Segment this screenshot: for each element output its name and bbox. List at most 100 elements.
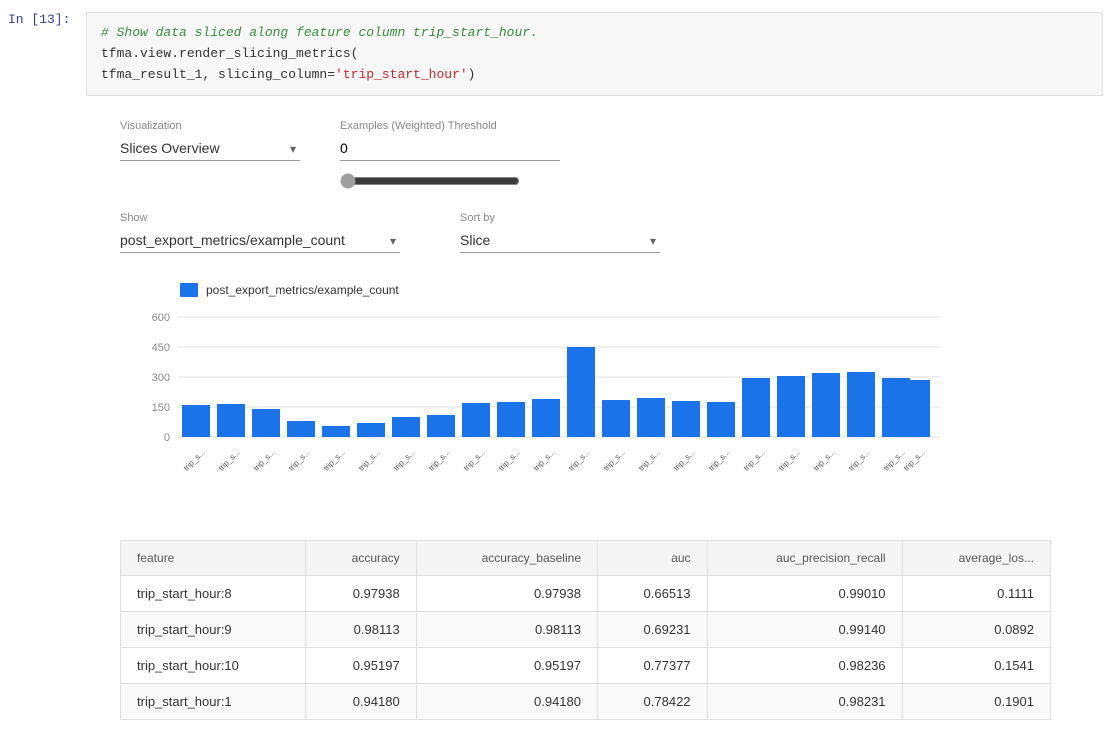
svg-text:300: 300: [152, 372, 170, 384]
cell-metric: 0.99010: [707, 576, 902, 612]
table-body: trip_start_hour:80.979380.979380.665130.…: [121, 576, 1051, 720]
svg-text:trip_s...: trip_s...: [742, 448, 767, 473]
svg-text:trip_s...: trip_s...: [497, 448, 522, 473]
show-label: Show: [120, 212, 400, 224]
cell-label: In [13]:: [8, 12, 78, 27]
visualization-select-wrapper: Slices Overview Metrics Histogram ▾: [120, 136, 300, 161]
visualization-select[interactable]: Slices Overview Metrics Histogram: [120, 136, 300, 161]
svg-text:trip_s...: trip_s...: [462, 448, 487, 473]
bar-chart-svg: 600 450 300 150 0 trip_s... trip_s...: [140, 307, 960, 507]
svg-text:trip_s...: trip_s...: [707, 448, 732, 473]
code-close: ): [468, 67, 476, 82]
svg-text:trip_s...: trip_s...: [902, 448, 927, 473]
cell-metric: 0.77377: [598, 648, 708, 684]
svg-text:trip_s...: trip_s...: [322, 448, 347, 473]
col-auc: auc: [598, 541, 708, 576]
cell-metric: 0.95197: [305, 648, 416, 684]
cell-metric: 0.98236: [707, 648, 902, 684]
cell-metric: 0.98113: [305, 612, 416, 648]
cell-metric: 0.97938: [416, 576, 597, 612]
sort-group: Sort by Slice Value ▾: [460, 212, 660, 253]
cell-metric: 0.1901: [902, 684, 1050, 720]
svg-text:trip_s...: trip_s...: [637, 448, 662, 473]
code-line-func: tfma.view.render_slicing_metrics(: [101, 44, 1088, 65]
svg-text:trip_s...: trip_s...: [427, 448, 452, 473]
cell-metric: 0.78422: [598, 684, 708, 720]
svg-text:trip_s...: trip_s...: [672, 448, 697, 473]
metrics-table: feature accuracy accuracy_baseline auc a…: [120, 540, 1051, 720]
cell-metric: 0.94180: [305, 684, 416, 720]
sort-select[interactable]: Slice Value: [460, 228, 660, 253]
code-line-args: tfma_result_1, slicing_column='trip_star…: [101, 65, 1088, 86]
cell-metric: 0.66513: [598, 576, 708, 612]
col-average-loss: average_los...: [902, 541, 1050, 576]
chart-svg: 600 450 300 150 0 trip_s... trip_s...: [140, 307, 1051, 510]
slider-container: [340, 173, 560, 192]
code-line-comment: # Show data sliced along feature column …: [101, 23, 1088, 44]
table-row: trip_start_hour:10.941800.941800.784220.…: [121, 684, 1051, 720]
threshold-input[interactable]: [340, 136, 560, 161]
code-comment: # Show data sliced along feature column …: [101, 25, 538, 40]
svg-text:450: 450: [152, 342, 170, 354]
show-select[interactable]: post_export_metrics/example_count accura…: [120, 228, 400, 253]
svg-text:trip_s...: trip_s...: [602, 448, 627, 473]
sort-label: Sort by: [460, 212, 660, 224]
col-feature: feature: [121, 541, 306, 576]
table-row: trip_start_hour:100.951970.951970.773770…: [121, 648, 1051, 684]
svg-text:trip_s...: trip_s...: [287, 448, 312, 473]
svg-text:trip_s...: trip_s...: [777, 448, 802, 473]
cell-metric: 0.1541: [902, 648, 1050, 684]
controls-row-2: Show post_export_metrics/example_count a…: [120, 212, 1051, 253]
svg-text:trip_s...: trip_s...: [567, 448, 592, 473]
table-row: trip_start_hour:90.981130.981130.692310.…: [121, 612, 1051, 648]
notebook-cell: In [13]: # Show data sliced along featur…: [0, 0, 1111, 748]
svg-text:600: 600: [152, 312, 170, 324]
table-row: trip_start_hour:80.979380.979380.665130.…: [121, 576, 1051, 612]
svg-text:trip_s...: trip_s...: [847, 448, 872, 473]
controls-row-1: Visualization Slices Overview Metrics Hi…: [120, 120, 1051, 192]
cell-feature: trip_start_hour:8: [121, 576, 306, 612]
legend-color-box: [180, 283, 198, 297]
widget-area: Visualization Slices Overview Metrics Hi…: [0, 100, 1111, 740]
svg-text:trip_s...: trip_s...: [812, 448, 837, 473]
chart-container: post_export_metrics/example_count 600 45…: [120, 283, 1051, 510]
chart-legend: post_export_metrics/example_count: [180, 283, 1051, 297]
svg-text:trip_s...: trip_s...: [357, 448, 382, 473]
table-header-row: feature accuracy accuracy_baseline auc a…: [121, 541, 1051, 576]
col-accuracy: accuracy: [305, 541, 416, 576]
cell-metric: 0.97938: [305, 576, 416, 612]
visualization-group: Visualization Slices Overview Metrics Hi…: [120, 120, 300, 161]
cell-metric: 0.98113: [416, 612, 597, 648]
show-select-wrapper: post_export_metrics/example_count accura…: [120, 228, 400, 253]
cell-metric: 0.98231: [707, 684, 902, 720]
svg-text:trip_s...: trip_s...: [182, 448, 207, 473]
svg-text:trip_s...: trip_s...: [532, 448, 557, 473]
threshold-slider[interactable]: [340, 173, 520, 189]
svg-text:trip_s...: trip_s...: [217, 448, 242, 473]
sort-select-wrapper: Slice Value ▾: [460, 228, 660, 253]
cell-metric: 0.0892: [902, 612, 1050, 648]
cell-metric: 0.95197: [416, 648, 597, 684]
svg-text:150: 150: [152, 402, 170, 414]
legend-label: post_export_metrics/example_count: [206, 283, 399, 297]
cell-feature: trip_start_hour:9: [121, 612, 306, 648]
code-args: tfma_result_1, slicing_column=: [101, 67, 335, 82]
svg-text:trip_s...: trip_s...: [252, 448, 277, 473]
visualization-label: Visualization: [120, 120, 300, 132]
table-header: feature accuracy accuracy_baseline auc a…: [121, 541, 1051, 576]
table-wrapper: feature accuracy accuracy_baseline auc a…: [110, 530, 1061, 720]
cell-metric: 0.94180: [416, 684, 597, 720]
col-accuracy-baseline: accuracy_baseline: [416, 541, 597, 576]
cell-feature: trip_start_hour:10: [121, 648, 306, 684]
svg-text:trip_s...: trip_s...: [882, 448, 907, 473]
code-block: # Show data sliced along feature column …: [86, 12, 1103, 96]
threshold-label: Examples (Weighted) Threshold: [340, 120, 560, 132]
threshold-group: Examples (Weighted) Threshold: [340, 120, 560, 192]
col-auc-precision-recall: auc_precision_recall: [707, 541, 902, 576]
code-func: tfma.view.render_slicing_metrics(: [101, 46, 358, 61]
code-string: 'trip_start_hour': [335, 67, 468, 82]
cell-metric: 0.69231: [598, 612, 708, 648]
cell-metric: 0.1111: [902, 576, 1050, 612]
svg-text:trip_s...: trip_s...: [392, 448, 417, 473]
show-group: Show post_export_metrics/example_count a…: [120, 212, 400, 253]
